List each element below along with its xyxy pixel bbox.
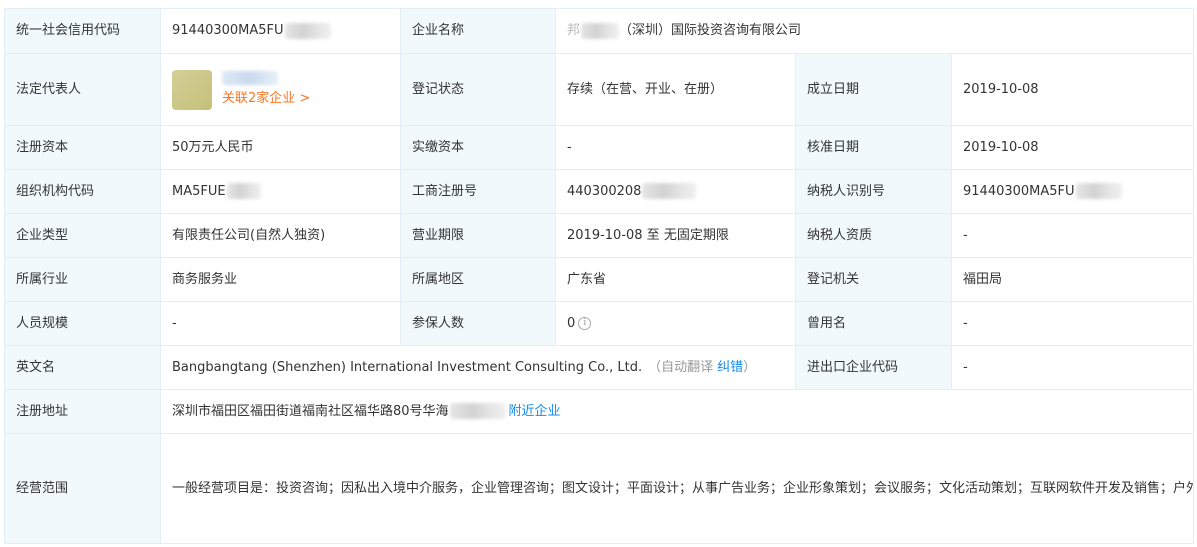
insured-label: 参保人数 [400,301,556,346]
insured-value: 0i [555,301,796,346]
paid-capital-value: - [555,125,796,170]
credit-code-text: 91440300MA5FU [172,23,284,38]
biz-reg-no-text: 440300208 [567,183,642,199]
related-companies-link[interactable]: 关联2家企业 > [222,91,310,106]
row-biz-scope: 经营范围 一般经营项目是：投资咨询；因私出入境中介服务，企业管理咨询；图文设计；… [4,433,1195,544]
former-name-value: - [950,301,1195,346]
redacted-mask [449,403,506,419]
company-name-value: 邦 （深圳）国际投资咨询有限公司 [554,8,1195,54]
avatar[interactable] [172,69,212,110]
reg-capital-label: 注册资本 [4,125,161,170]
company-type-value: 有限责任公司(自然人独资) [160,213,401,258]
biz-reg-no-label: 工商注册号 [400,169,556,214]
industry-value: 商务服务业 [160,257,401,302]
english-name-value: Bangbangtang (Shenzhen) International In… [160,345,796,390]
row-type: 企业类型 有限责任公司(自然人独资) 营业期限 2019-10-08 至 无固定… [4,213,1195,258]
redacted-mask [226,183,261,199]
redacted-mask [581,22,620,39]
taxpayer-qual-label: 纳税人资质 [795,213,952,258]
correct-link[interactable]: 纠错 [717,360,743,375]
redacted-mask [642,183,697,199]
redacted-rep-name[interactable] [222,70,278,85]
taxpayer-id-value: 91440300MA5FU [950,169,1195,214]
credit-code-label: 统一社会信用代码 [4,8,161,54]
reg-address-value: 深圳市福田区福田街道福南社区福华路80号华海 附近企业 [159,389,1195,434]
row-capital: 注册资本 50万元人民币 实缴资本 - 核准日期 2019-10-08 [4,125,1195,170]
auto-translate-note: （自动翻译 [648,359,714,375]
info-circle-icon[interactable]: i [578,316,592,330]
est-date-value: 2019-10-08 [950,53,1195,126]
redacted-mask [1075,183,1122,199]
row-english-name: 英文名 Bangbangtang (Shenzhen) Internationa… [4,345,1195,390]
region-label: 所属地区 [400,257,556,302]
biz-term-label: 营业期限 [400,213,556,258]
biz-reg-no-value: 440300208 [555,169,796,214]
paid-capital-label: 实缴资本 [400,125,556,170]
est-date-label: 成立日期 [795,53,952,126]
reg-status-label: 登记状态 [400,53,556,126]
staff-size-label: 人员规模 [4,301,161,346]
reg-capital-value: 50万元人民币 [160,125,401,170]
taxpayer-qual-value: - [950,213,1195,258]
english-name-label: 英文名 [4,345,161,390]
nearby-companies-link[interactable]: 附近企业 [509,404,561,419]
reg-address-label: 注册地址 [4,389,161,434]
row-address: 注册地址 深圳市福田区福田街道福南社区福华路80号华海 附近企业 [4,389,1195,434]
import-export-label: 进出口企业代码 [795,345,952,390]
reg-address-text: 深圳市福田区福田街道福南社区福华路80号华海 [172,403,449,419]
row-codes: 组织机构代码 MA5FUE 工商注册号 440300208 纳税人识别号 914… [4,169,1195,214]
legal-rep-value: 关联2家企业 > [160,53,401,126]
reg-authority-label: 登记机关 [795,257,952,302]
company-info-table: 统一社会信用代码 91440300MA5FU 企业名称 邦 （深圳）国际投资咨询有… [4,8,1195,544]
staff-size-value: - [160,301,401,346]
approve-date-value: 2019-10-08 [950,125,1195,170]
reg-status-value: 存续（在营、开业、在册） [555,53,796,126]
org-code-text: MA5FUE [172,183,226,199]
reg-authority-value: 福田局 [950,257,1195,302]
company-name-label: 企业名称 [400,8,556,54]
credit-code-value: 91440300MA5FU [160,8,401,54]
legal-rep-label: 法定代表人 [4,53,161,126]
biz-scope-label: 经营范围 [4,433,161,544]
company-name-prefix: 邦 [567,23,581,38]
industry-label: 所属行业 [4,257,161,302]
row-industry: 所属行业 商务服务业 所属地区 广东省 登记机关 福田局 [4,257,1195,302]
biz-scope-value: 一般经营项目是：投资咨询；因私出入境中介服务，企业管理咨询；图文设计；平面设计；… [159,433,1195,544]
former-name-label: 曾用名 [795,301,952,346]
redacted-mask [284,22,331,39]
english-name-text: Bangbangtang (Shenzhen) International In… [172,359,643,375]
biz-term-value: 2019-10-08 至 无固定期限 [555,213,796,258]
row-staff: 人员规模 - 参保人数 0i 曾用名 - [4,301,1195,346]
region-value: 广东省 [555,257,796,302]
row-legal-rep: 法定代表人 关联2家企业 > 登记状态 存续（在营、开业、在册） 成立日期 20… [4,53,1195,126]
company-type-label: 企业类型 [4,213,161,258]
insured-count: 0 [567,315,576,331]
company-name-suffix: （深圳）国际投资咨询有限公司 [619,23,802,38]
approve-date-label: 核准日期 [795,125,952,170]
import-export-value: - [950,345,1195,390]
close-paren: ） [743,359,757,375]
taxpayer-id-label: 纳税人识别号 [795,169,952,214]
org-code-value: MA5FUE [160,169,401,214]
row-credit-code: 统一社会信用代码 91440300MA5FU 企业名称 邦 （深圳）国际投资咨询有… [4,8,1195,54]
taxpayer-id-text: 91440300MA5FU [963,183,1075,199]
org-code-label: 组织机构代码 [4,169,161,214]
